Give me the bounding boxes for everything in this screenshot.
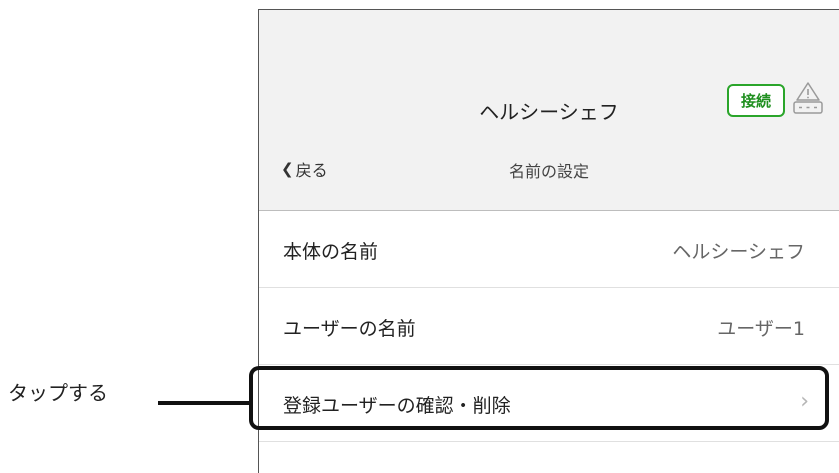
row-value: ユーザー1 bbox=[717, 318, 805, 340]
row-user-name[interactable]: ユーザーの名前 ユーザー1 bbox=[259, 288, 839, 365]
page-title: 名前の設定 bbox=[508, 162, 589, 181]
speaker-alert-icon[interactable] bbox=[790, 80, 826, 116]
row-label: ユーザーの名前 bbox=[283, 318, 416, 340]
row-value: ヘルシーシェフ bbox=[672, 241, 805, 263]
connect-button[interactable]: 接続 bbox=[727, 84, 785, 117]
highlight-frame bbox=[249, 366, 829, 430]
callout-leader-line bbox=[158, 401, 250, 405]
app-header: ヘルシーシェフ 接続 ❮ 戻る 名前の設定 bbox=[259, 10, 839, 211]
callout-text: タップする bbox=[8, 381, 108, 405]
instruction-figure: ヘルシーシェフ 接続 ❮ 戻る 名前の設定 本体の名前 ヘルシーシェフ ユーザー… bbox=[0, 0, 839, 473]
row-label: 本体の名前 bbox=[283, 241, 379, 263]
row-device-name[interactable]: 本体の名前 ヘルシーシェフ bbox=[259, 211, 839, 288]
